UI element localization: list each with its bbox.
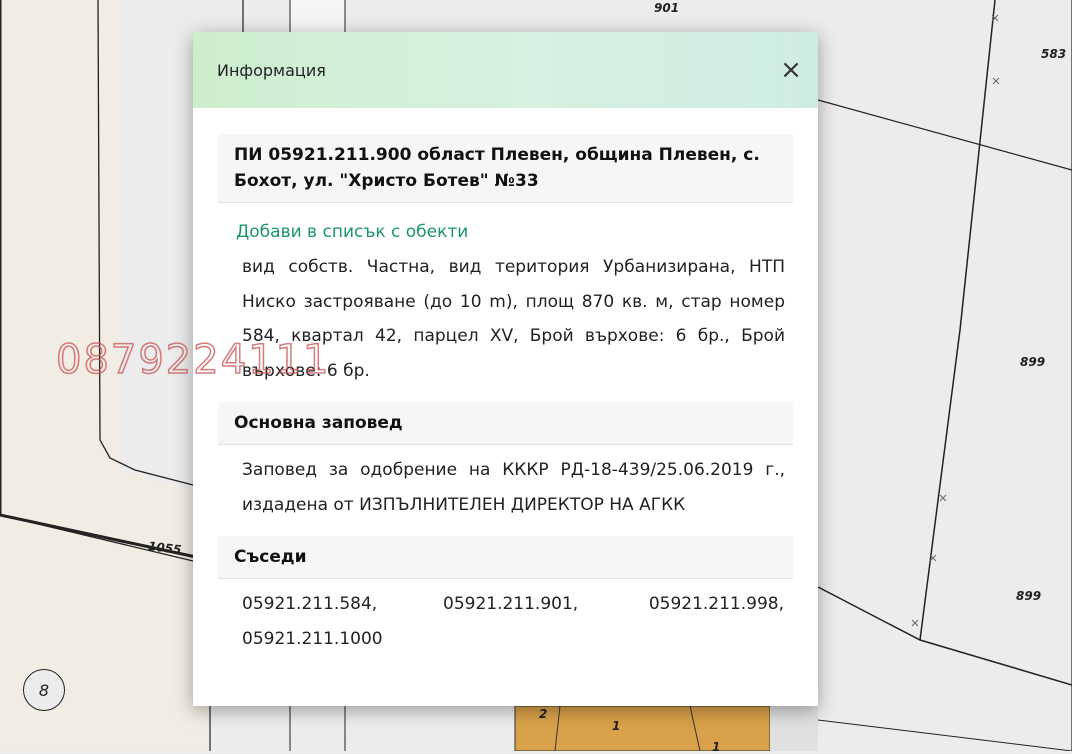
info-dialog: Информация × ПИ 05921.211.900 област Пле… bbox=[193, 32, 818, 706]
map-markers bbox=[911, 14, 1000, 627]
map-label-2: 2 bbox=[539, 707, 548, 721]
neighbor-item[interactable]: 05921.211.901, bbox=[443, 587, 644, 622]
close-button[interactable]: × bbox=[778, 57, 804, 83]
parcel-description: вид собств. Частна, вид територия Урбани… bbox=[242, 257, 785, 381]
neighbors-heading: Съседи bbox=[218, 536, 793, 579]
order-text: Заповед за одобрение на КККР РД-18-439/2… bbox=[242, 460, 785, 515]
map-line bbox=[919, 0, 996, 641]
map-label-1-b: 1 bbox=[712, 740, 721, 754]
dialog-title: Информация bbox=[217, 60, 326, 80]
map-line bbox=[817, 719, 1072, 751]
order-heading: Основна заповед bbox=[218, 402, 793, 445]
map-label-583: 583 bbox=[1041, 47, 1067, 61]
map-label-901: 901 bbox=[654, 1, 680, 15]
map-parcel-gray bbox=[770, 706, 818, 751]
add-to-list-link[interactable]: Добави в списък с обекти bbox=[236, 222, 793, 242]
parcel-title: ПИ 05921.211.900 област Плевен, община П… bbox=[218, 134, 793, 203]
dialog-header: Информация × bbox=[193, 32, 818, 108]
map-label-899-bottom: 899 bbox=[1016, 589, 1042, 603]
neighbor-item[interactable]: 05921.211.998, bbox=[644, 587, 784, 622]
neighbor-item[interactable]: 05921.211.584, bbox=[242, 587, 443, 622]
map-label-1-a: 1 bbox=[612, 719, 621, 733]
map-label-899-top: 899 bbox=[1020, 355, 1046, 369]
neighbor-item[interactable]: 05921.211.1000 bbox=[242, 622, 383, 657]
map-quarter-circle[interactable]: 8 bbox=[23, 669, 65, 711]
map-road bbox=[290, 0, 345, 32]
map-line bbox=[817, 99, 1072, 171]
map-parcel-orange bbox=[514, 705, 771, 751]
neighbors-list: 05921.211.584, 05921.211.901, 05921.211.… bbox=[218, 579, 793, 656]
map-parcel-beige bbox=[0, 0, 210, 751]
dialog-body: ПИ 05921.211.900 област Плевен, община П… bbox=[193, 134, 818, 656]
